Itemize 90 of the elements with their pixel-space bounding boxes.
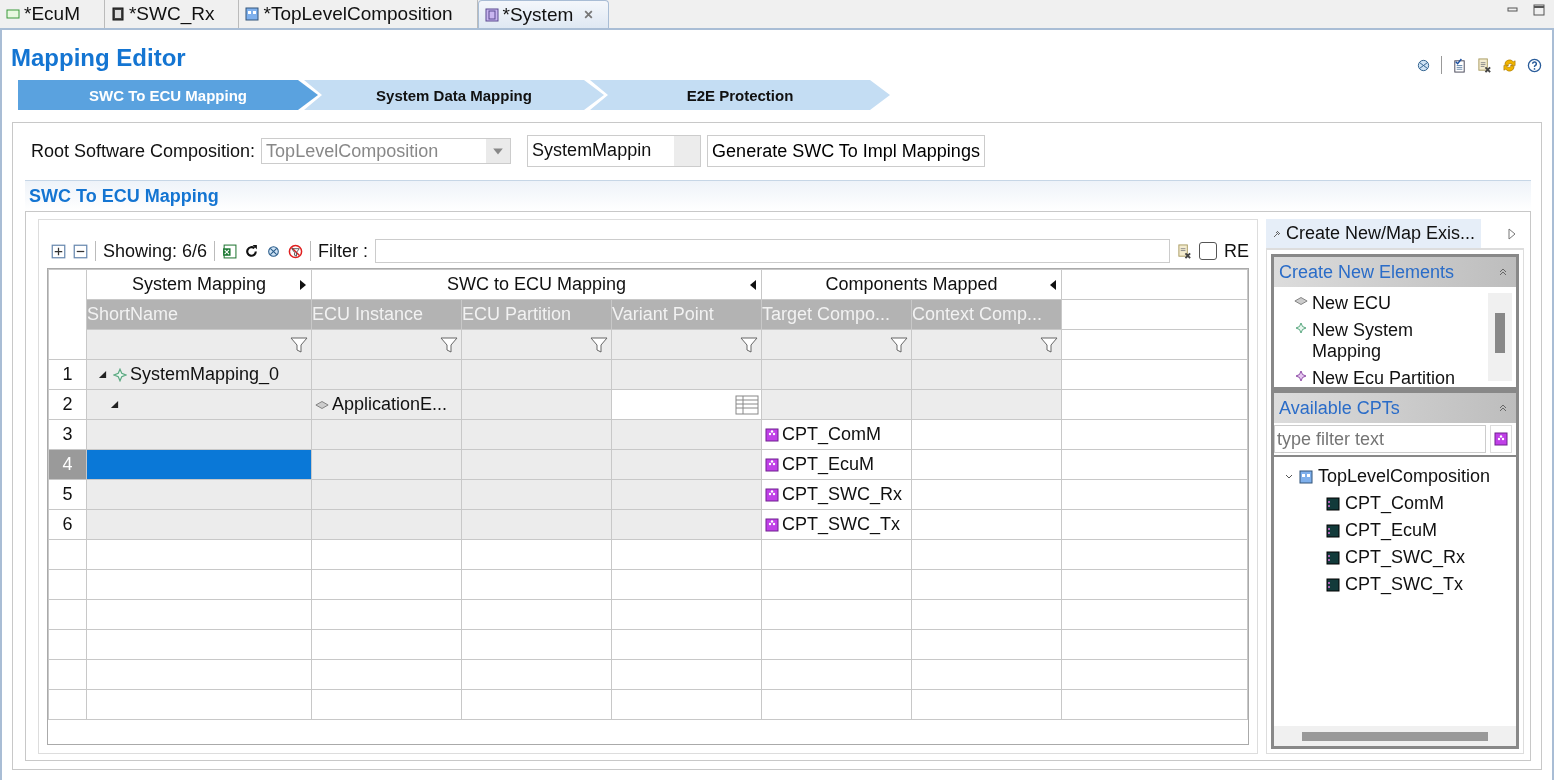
document-icon[interactable] (1177, 243, 1192, 259)
filter-field[interactable]: type filter text (1274, 425, 1486, 453)
close-icon[interactable] (583, 9, 595, 20)
component-icon (1326, 577, 1340, 592)
maximize-icon[interactable] (1532, 3, 1546, 17)
scrollbar-thumb[interactable] (1495, 313, 1505, 353)
component-filter-button[interactable] (1490, 425, 1512, 453)
pin-icon (1272, 228, 1282, 239)
collapse-arrow-icon[interactable] (749, 278, 757, 291)
arrow-right-icon[interactable] (1508, 227, 1516, 240)
table-cell: SystemMapping_0 (130, 364, 280, 385)
filter-icon[interactable] (1040, 335, 1059, 354)
spreadsheet-icon[interactable] (222, 243, 238, 259)
row-count: Showing: 6/6 (103, 240, 208, 262)
rectangle-icon (6, 7, 20, 21)
filter-icon[interactable] (740, 335, 758, 354)
name-field[interactable]: SystemMappin (527, 135, 702, 167)
sync-icon[interactable] (1502, 57, 1517, 73)
collapse-icon[interactable] (1498, 403, 1508, 413)
row-number: 2 (62, 394, 73, 414)
create-item[interactable]: New Ecu Partition (1312, 368, 1462, 387)
composition-dropdown[interactable]: TopLevelComposition (261, 138, 512, 164)
tree-item[interactable]: CPT_SWC_Tx (1345, 574, 1463, 595)
component-icon (765, 487, 779, 502)
editor-tab[interactable]: *System (477, 0, 610, 28)
component-icon (1326, 550, 1340, 565)
row-number: 1 (62, 364, 73, 384)
create-item[interactable]: New System Mapping (1312, 320, 1462, 362)
globe-icon[interactable] (266, 243, 282, 259)
tree-item[interactable]: TopLevelComposition (1318, 466, 1491, 487)
wizard-step[interactable]: E2E Protection (590, 80, 890, 110)
clear-filter-icon[interactable] (288, 243, 304, 259)
help-icon[interactable] (1527, 57, 1542, 73)
row-number: 4 (62, 454, 73, 474)
document-icon[interactable] (1477, 57, 1492, 73)
filter-icon[interactable] (440, 335, 458, 354)
panel-tab[interactable]: Create New/Map Exis... (1266, 219, 1482, 248)
tree-item[interactable]: CPT_EcuM (1345, 520, 1438, 541)
system-icon (484, 7, 499, 22)
expand-arrow-icon[interactable] (299, 278, 307, 291)
component-icon (765, 457, 779, 472)
checklist-icon[interactable] (1452, 57, 1467, 73)
row-number: 6 (62, 514, 73, 534)
composition-icon (1299, 469, 1313, 484)
filter-icon[interactable] (290, 335, 308, 354)
editor-title: Mapping Editor (11, 44, 186, 72)
sparkle-icon (113, 367, 127, 382)
row-number: 5 (62, 484, 73, 504)
tree-item[interactable]: CPT_ComM (1345, 493, 1444, 514)
field-label: Root Software Composition: (31, 140, 256, 162)
component-icon (765, 517, 779, 532)
filter-icon[interactable] (590, 335, 608, 354)
table-cell: ApplicationE... (332, 394, 448, 415)
globe-icon[interactable] (1416, 57, 1431, 73)
checkbox[interactable] (1199, 242, 1217, 260)
editor-tab[interactable]: *SWC_Rx (104, 0, 240, 28)
expanded-icon[interactable] (98, 370, 107, 379)
component-icon (1494, 432, 1508, 446)
filter-icon[interactable] (890, 335, 908, 354)
collapse-icon[interactable] (1498, 267, 1508, 277)
expand-all-icon[interactable] (51, 243, 66, 259)
collapse-all-icon[interactable] (73, 243, 88, 259)
create-item[interactable]: New ECU (1312, 293, 1462, 314)
tree-item[interactable]: CPT_SWC_Rx (1345, 547, 1465, 568)
checkbox-label: RE (1224, 240, 1249, 262)
scrollbar-thumb[interactable] (1302, 732, 1488, 741)
table-cell: CPT_SWC_Tx (782, 514, 901, 535)
ecu-icon (1294, 295, 1308, 307)
component-icon (765, 427, 779, 442)
wizard-step[interactable]: System Data Mapping (304, 80, 604, 110)
selected-cell[interactable] (86, 449, 312, 480)
editor-tab[interactable]: *TopLevelComposition (239, 0, 478, 28)
table-cell: CPT_SWC_Rx (782, 484, 903, 505)
editor-tab[interactable]: *EcuM (0, 0, 105, 28)
row-number: 3 (62, 424, 73, 444)
filter-field[interactable] (375, 239, 1170, 263)
sparkle-icon (1294, 370, 1308, 382)
expanded-icon[interactable] (110, 400, 119, 409)
collapse-arrow-icon[interactable] (1049, 278, 1058, 291)
table-cell: CPT_EcuM (782, 454, 875, 475)
generate-button[interactable]: Generate SWC To Impl Mappings (707, 135, 985, 167)
sparkle-icon (1294, 322, 1308, 334)
component-icon (1326, 496, 1340, 511)
section-title: SWC To ECU Mapping (29, 185, 219, 207)
component-icon (1326, 523, 1340, 538)
composition-icon (245, 7, 260, 21)
refresh-icon[interactable] (244, 243, 260, 259)
table-cell: CPT_ComM (782, 424, 882, 445)
component-icon (110, 7, 125, 21)
filter-label: Filter : (318, 240, 369, 262)
